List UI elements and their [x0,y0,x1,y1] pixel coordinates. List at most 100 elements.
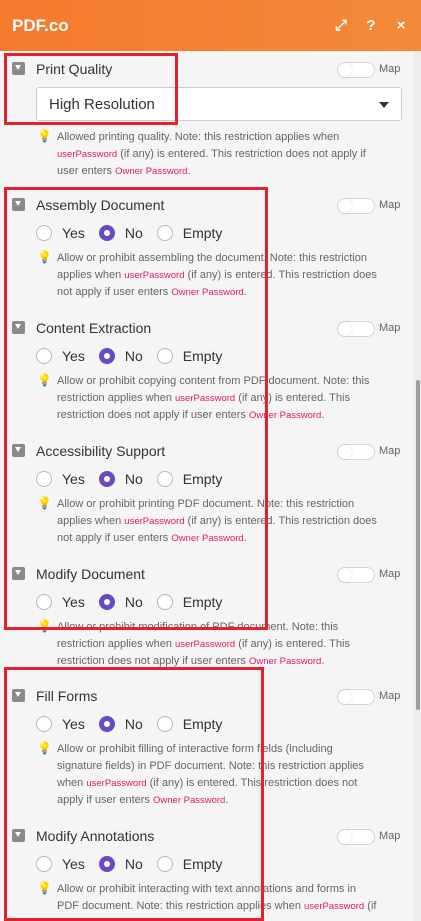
modify-annotations-map-toggle[interactable] [337,829,375,845]
collapse-print-quality-icon[interactable] [12,62,25,75]
accessibility-support-option-empty[interactable]: Empty [156,471,223,487]
assembly-document-note: Allow or prohibit assembling the documen… [57,252,377,298]
option-label-empty: Empty [182,471,223,487]
print-quality-note: Allowed printing quality. Note: this res… [57,131,366,177]
option-label-empty: Empty [182,348,223,364]
toggle-knob [338,322,352,336]
collapse-content-extraction-icon[interactable] [12,321,25,334]
toggle-knob [338,445,352,459]
expand-icon[interactable]: ⤢ [333,17,349,34]
module-title: PDF.co [12,15,69,35]
radio-empty[interactable] [156,716,173,732]
option-label-empty: Empty [182,716,223,732]
modify-document-map-toggle[interactable] [337,567,375,583]
assembly-document-radio-group: Yes No Empty [36,225,236,241]
content-extraction-note: Allow or prohibit copying content from P… [57,375,370,421]
radio-no[interactable] [98,594,115,610]
fill-forms-option-no[interactable]: No [98,716,143,732]
option-label-empty: Empty [182,594,223,610]
lightbulb-icon: 💡 [37,619,52,633]
radio-no[interactable] [98,856,115,872]
modify-document-option-no[interactable]: No [98,594,143,610]
assembly-document-option-empty[interactable]: Empty [156,225,223,241]
radio-empty[interactable] [156,225,173,241]
radio-empty[interactable] [156,594,173,610]
accessibility-support-radio-group: Yes No Empty [36,471,236,487]
modify-document-map-label: Map [379,568,401,580]
radio-yes[interactable] [36,225,52,241]
collapse-assembly-document-icon[interactable] [12,198,25,211]
option-label-no: No [124,348,143,364]
module-header: PDF.co ⤢ ? × [0,0,421,51]
print-quality-select[interactable]: High Resolution [36,87,402,121]
modify-document-option-yes[interactable]: Yes [36,594,85,610]
content-extraction-label: Content Extraction [36,320,152,336]
radio-no[interactable] [98,225,115,241]
toggle-knob [338,690,352,704]
modify-annotations-note: Allow or prohibit interacting with text … [57,883,377,912]
toggle-knob [338,568,352,582]
modify-document-note: Allow or prohibit modification of PDF do… [57,621,350,667]
radio-yes[interactable] [36,594,52,610]
fill-forms-option-empty[interactable]: Empty [156,716,223,732]
modify-annotations-option-empty[interactable]: Empty [156,856,223,872]
modify-annotations-option-yes[interactable]: Yes [36,856,85,872]
option-label-yes: Yes [62,348,85,364]
radio-no[interactable] [98,716,115,732]
toggle-knob [338,830,352,844]
lightbulb-icon: 💡 [37,881,52,895]
fill-forms-map-toggle[interactable] [337,689,375,705]
content-extraction-map-toggle[interactable] [337,321,375,337]
help-icon[interactable]: ? [363,17,379,34]
content-extraction-option-no[interactable]: No [98,348,143,364]
scrollbar-thumb[interactable] [416,380,420,710]
option-label-empty: Empty [182,856,223,872]
radio-empty[interactable] [156,348,173,364]
accessibility-support-option-yes[interactable]: Yes [36,471,85,487]
modify-document-option-empty[interactable]: Empty [156,594,223,610]
radio-yes[interactable] [36,856,52,872]
collapse-modify-document-icon[interactable] [12,567,25,580]
collapse-accessibility-support-icon[interactable] [12,444,25,457]
close-icon[interactable]: × [393,17,409,34]
modify-annotations-option-no[interactable]: No [98,856,143,872]
assembly-document-map-toggle[interactable] [337,198,375,214]
assembly-document-option-no[interactable]: No [98,225,143,241]
radio-yes[interactable] [36,348,52,364]
option-label-no: No [124,225,143,241]
fill-forms-map-label: Map [379,690,401,702]
content-extraction-option-empty[interactable]: Empty [156,348,223,364]
radio-no[interactable] [98,471,115,487]
modify-annotations-map-label: Map [379,830,401,842]
option-label-empty: Empty [182,225,223,241]
option-label-no: No [124,594,143,610]
option-label-yes: Yes [62,856,85,872]
modify-annotations-radio-group: Yes No Empty [36,856,236,872]
radio-no[interactable] [98,348,115,364]
print-quality-value: High Resolution [49,95,155,113]
content-extraction-option-yes[interactable]: Yes [36,348,85,364]
radio-yes[interactable] [36,471,52,487]
radio-yes[interactable] [36,716,52,732]
collapse-modify-annotations-icon[interactable] [12,829,25,842]
accessibility-support-map-label: Map [379,445,401,457]
option-label-yes: Yes [62,716,85,732]
option-label-no: No [124,856,143,872]
content-extraction-map-label: Map [379,322,401,334]
chevron-down-icon [379,102,389,108]
lightbulb-icon: 💡 [37,496,52,510]
accessibility-support-label: Accessibility Support [36,443,166,459]
print-quality-map-toggle[interactable] [337,62,375,78]
radio-empty[interactable] [156,471,173,487]
assembly-document-option-yes[interactable]: Yes [36,225,85,241]
radio-empty[interactable] [156,856,173,872]
lightbulb-icon: 💡 [37,129,52,143]
accessibility-support-option-no[interactable]: No [98,471,143,487]
fill-forms-option-yes[interactable]: Yes [36,716,85,732]
collapse-fill-forms-icon[interactable] [12,689,25,702]
fill-forms-radio-group: Yes No Empty [36,716,236,732]
option-label-yes: Yes [62,594,85,610]
toggle-knob [338,199,352,213]
accessibility-support-map-toggle[interactable] [337,444,375,460]
fill-forms-label: Fill Forms [36,688,98,704]
